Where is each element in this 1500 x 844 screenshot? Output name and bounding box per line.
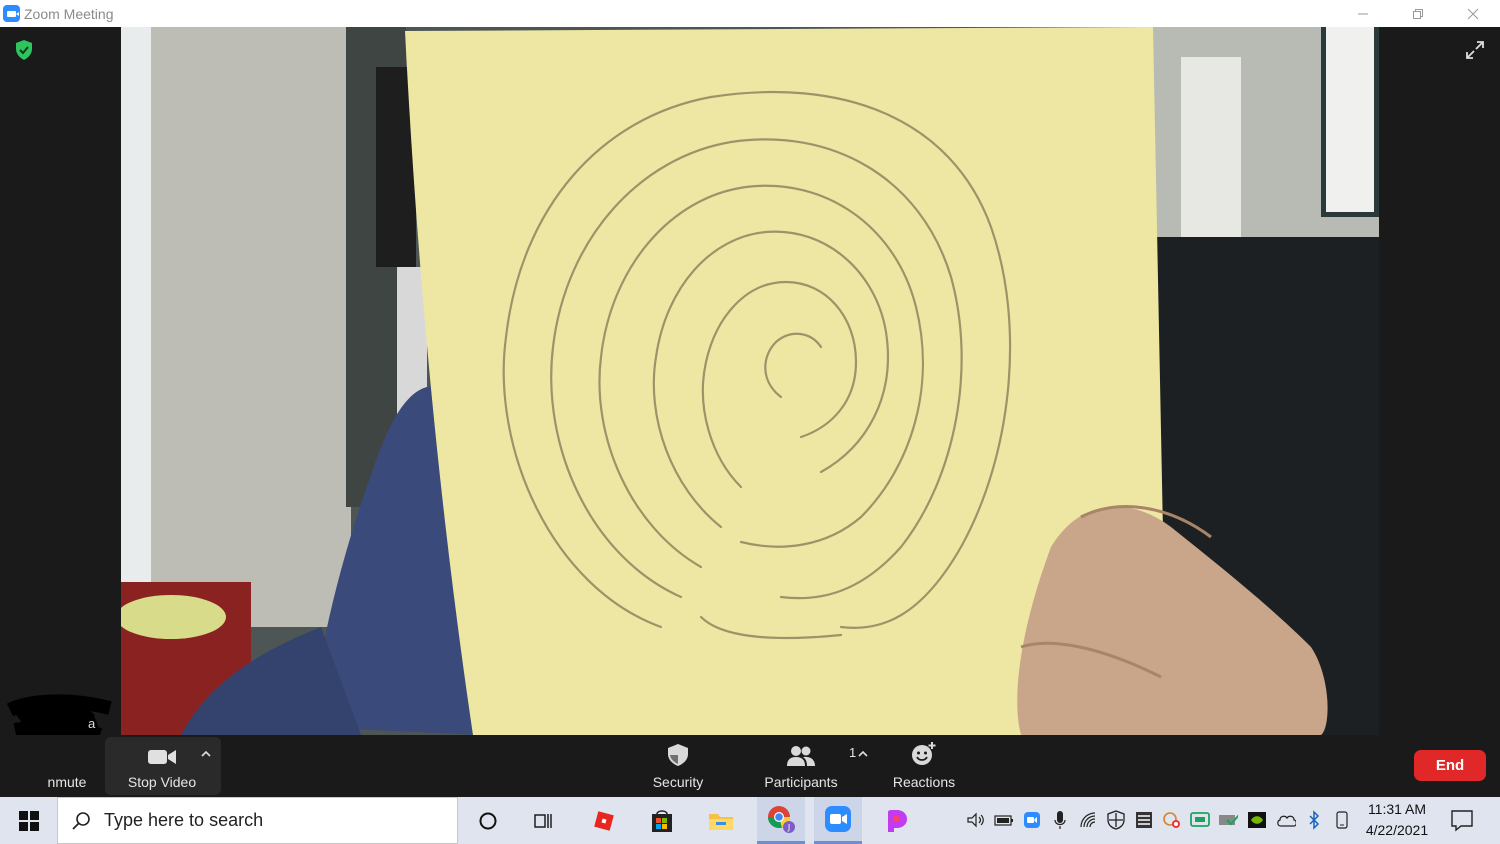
green-app-tray[interactable] <box>1190 810 1210 830</box>
bluetooth-tray[interactable] <box>1304 810 1324 830</box>
onedrive-tray[interactable] <box>1276 810 1296 830</box>
video-camera-icon <box>148 750 176 764</box>
device-tray[interactable] <box>1332 810 1352 830</box>
unmute-label: nmute <box>47 774 87 790</box>
battery-tray[interactable] <box>994 810 1014 830</box>
device-check-icon <box>1219 814 1238 826</box>
photo-sync-icon <box>1163 812 1180 828</box>
clock-date: 4/22/2021 <box>1365 822 1429 838</box>
zoom-taskbar-app[interactable] <box>814 797 862 844</box>
search-input[interactable] <box>104 810 434 831</box>
zoom-tray-icon <box>1024 812 1040 828</box>
roblox-icon <box>594 810 614 831</box>
minimize-icon <box>1357 13 1368 14</box>
window-title: Zoom Meeting <box>24 5 114 22</box>
close-button[interactable] <box>1445 0 1500 27</box>
reactions-button[interactable]: Reactions <box>884 735 964 797</box>
picsart-icon <box>888 809 907 832</box>
bluetooth-icon <box>1309 810 1320 830</box>
device-phone-icon <box>1336 811 1348 829</box>
volume-icon <box>967 812 984 828</box>
clock-time: 11:31 AM <box>1367 801 1427 817</box>
smiley-add-icon <box>912 742 936 765</box>
chrome-taskbar-app[interactable]: J <box>757 797 805 844</box>
zoom-app-icon <box>3 5 20 22</box>
storage-tray[interactable] <box>1134 810 1154 830</box>
task-view-icon <box>534 813 552 828</box>
photos-sync-tray[interactable] <box>1162 810 1182 830</box>
participants-options-chevron[interactable] <box>852 741 874 767</box>
check-device-tray[interactable] <box>1218 810 1238 830</box>
microphone-icon <box>1054 811 1066 829</box>
window-controls <box>1335 0 1500 27</box>
picsart-taskbar-app[interactable] <box>872 797 920 844</box>
chevron-up-icon <box>858 750 868 757</box>
zoom-icon <box>825 806 851 832</box>
unmute-button[interactable]: nmute <box>30 735 90 797</box>
chrome-icon: J <box>768 806 795 833</box>
taskbar-search[interactable] <box>57 797 458 844</box>
security-button[interactable]: Security <box>638 735 718 797</box>
zoom-window: Zoom Meeting a nmute Stop Video Security… <box>0 0 1500 802</box>
taskbar-clock[interactable]: 11:31 AM 4/22/2021 <box>1352 799 1442 843</box>
wifi-tray[interactable] <box>1079 810 1099 830</box>
shield-check-icon[interactable] <box>13 39 35 61</box>
participants-label: Participants <box>764 774 838 790</box>
microphone-tray[interactable] <box>1050 810 1070 830</box>
file-explorer-taskbar-app[interactable] <box>697 797 745 844</box>
nvidia-icon <box>1248 812 1266 828</box>
video-options-chevron[interactable] <box>195 741 217 767</box>
file-explorer-icon <box>709 813 733 830</box>
participant-name-partial: a <box>88 716 96 731</box>
defender-shield-icon <box>1107 810 1125 830</box>
reactions-label: Reactions <box>892 774 956 790</box>
shield-icon <box>668 744 688 766</box>
onedrive-cloud-icon <box>1277 815 1296 827</box>
search-icon <box>72 811 90 830</box>
end-meeting-button[interactable]: End <box>1414 750 1486 781</box>
meeting-toolbar: nmute Stop Video Security 1 Participants… <box>0 735 1500 797</box>
restore-icon <box>1412 8 1423 19</box>
close-icon <box>1467 8 1478 19</box>
defender-tray[interactable] <box>1106 810 1126 830</box>
wifi-icon <box>1080 812 1096 828</box>
participant-video-feed <box>121 27 1379 735</box>
participants-icon <box>787 746 815 766</box>
svg-text:J: J <box>787 823 790 832</box>
title-bar: Zoom Meeting <box>0 0 1500 27</box>
monitor-green-icon <box>1190 812 1210 827</box>
video-area <box>0 27 1500 735</box>
drive-icon <box>1136 812 1152 828</box>
notification-icon[interactable] <box>1449 807 1475 833</box>
start-button[interactable] <box>0 797 57 844</box>
restore-button[interactable] <box>1390 0 1445 27</box>
webcam-image <box>121 27 1379 735</box>
store-taskbar-app[interactable] <box>638 797 686 844</box>
cortana-button[interactable] <box>464 797 512 844</box>
stop-video-label: Stop Video <box>127 774 197 790</box>
roblox-taskbar-app[interactable] <box>580 797 628 844</box>
fullscreen-icon[interactable] <box>1464 39 1486 61</box>
store-icon <box>652 809 672 832</box>
windows-taskbar <box>0 797 1500 844</box>
battery-icon <box>994 815 1013 826</box>
zoom-tray[interactable] <box>1022 810 1042 830</box>
minimize-button[interactable] <box>1335 0 1390 27</box>
cortana-icon <box>479 812 497 829</box>
volume-tray[interactable] <box>966 810 986 830</box>
security-label: Security <box>652 774 704 790</box>
participants-button[interactable]: 1 Participants <box>758 735 856 797</box>
nvidia-tray[interactable] <box>1247 810 1267 830</box>
chevron-up-icon <box>201 750 211 757</box>
windows-logo-icon <box>18 810 39 831</box>
task-view-button[interactable] <box>519 797 567 844</box>
